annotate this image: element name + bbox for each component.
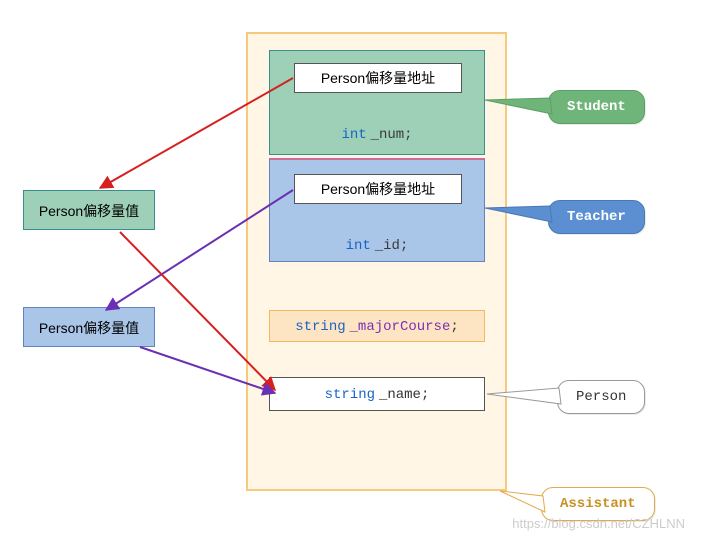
watermark: https://blog.csdn.net/CZHLNN [512, 516, 685, 531]
assistant-callout-text: Assistant [560, 496, 636, 512]
semicolon: ; [421, 387, 429, 403]
type-string: string [325, 387, 375, 403]
type-int: int [346, 238, 371, 254]
semicolon: ; [404, 127, 412, 143]
major-course-box: string _majorCourse; [269, 310, 485, 342]
teacher-block: Person偏移量地址 int _id; [269, 158, 485, 262]
student-callout: Student [548, 90, 645, 124]
watermark-text: https://blog.csdn.net/CZHLNN [512, 516, 685, 531]
teacher-callout-text: Teacher [567, 209, 626, 225]
teacher-offset-label: Person偏移量地址 [321, 181, 435, 197]
name-box: string _name; [269, 377, 485, 411]
assistant-callout-tail [500, 491, 545, 512]
semicolon: ; [450, 319, 458, 335]
student-block: Person偏移量地址 int _num; [269, 50, 485, 155]
teacher-callout: Teacher [548, 200, 645, 234]
student-offset-box: Person偏移量地址 [294, 63, 462, 93]
member-name-text: _name [379, 387, 421, 403]
teacher-member-row: int _id; [270, 236, 484, 254]
member-num: _num [371, 127, 405, 143]
offset-value-box-2: Person偏移量值 [23, 307, 155, 347]
student-member-row: int _num; [270, 125, 484, 143]
type-int: int [341, 127, 366, 143]
offset-value-box-1: Person偏移量值 [23, 190, 155, 230]
student-offset-label: Person偏移量地址 [321, 70, 435, 86]
person-callout: Person [557, 380, 645, 414]
teacher-offset-box: Person偏移量地址 [294, 174, 462, 204]
type-string: string [295, 319, 345, 335]
student-callout-text: Student [567, 99, 626, 115]
offset-value-label-1: Person偏移量值 [39, 203, 139, 219]
offset-value-label-2: Person偏移量值 [39, 320, 139, 336]
person-callout-text: Person [576, 389, 626, 405]
semicolon: ; [400, 238, 408, 254]
member-id: _id [375, 238, 400, 254]
member-major: _majorCourse [350, 319, 451, 335]
